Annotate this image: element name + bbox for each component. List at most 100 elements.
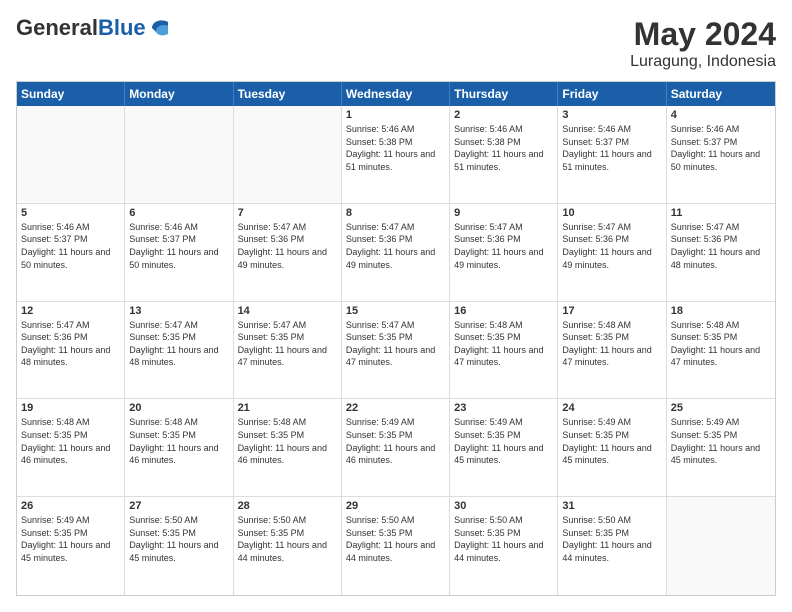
cell-info: Sunrise: 5:47 AM Sunset: 5:35 PM Dayligh…: [129, 319, 228, 369]
day-header-friday: Friday: [558, 82, 666, 106]
cell-info: Sunrise: 5:48 AM Sunset: 5:35 PM Dayligh…: [129, 416, 228, 466]
cell-info: Sunrise: 5:47 AM Sunset: 5:36 PM Dayligh…: [454, 221, 553, 271]
day-header-thursday: Thursday: [450, 82, 558, 106]
cell-date: 6: [129, 207, 228, 219]
cell-date: 8: [346, 207, 445, 219]
calendar-cell: 2 Sunrise: 5:46 AM Sunset: 5:38 PM Daylig…: [450, 106, 558, 203]
day-header-wednesday: Wednesday: [342, 82, 450, 106]
cell-date: 17: [562, 305, 661, 317]
cell-info: Sunrise: 5:48 AM Sunset: 5:35 PM Dayligh…: [21, 416, 120, 466]
calendar-cell: 1Sunrise: 5:46 AM Sunset: 5:38 PM Daylig…: [342, 106, 450, 203]
cell-date: 25: [671, 402, 771, 414]
calendar-cell: 22 Sunrise: 5:49 AM Sunset: 5:35 PM Dayli…: [342, 399, 450, 496]
day-header-saturday: Saturday: [667, 82, 775, 106]
calendar-row-5: 26Sunrise: 5:49 AM Sunset: 5:35 PM Dayli…: [17, 497, 775, 595]
cell-info: Sunrise: 5:50 AM Sunset: 5:35 PM Dayligh…: [454, 514, 553, 564]
cell-info: Sunrise: 5:49 AM Sunset: 5:35 PM Dayligh…: [346, 416, 445, 466]
cell-date: 27: [129, 500, 228, 512]
cell-date: 13: [129, 305, 228, 317]
calendar-cell: 17 Sunrise: 5:48 AM Sunset: 5:35 PM Dayli…: [558, 302, 666, 399]
calendar-cell: 5 Sunrise: 5:46 AM Sunset: 5:37 PM Daylig…: [17, 204, 125, 301]
cell-date: 29: [346, 500, 445, 512]
cell-date: 18: [671, 305, 771, 317]
calendar-cell: 7 Sunrise: 5:47 AM Sunset: 5:36 PM Daylig…: [234, 204, 342, 301]
day-header-monday: Monday: [125, 82, 233, 106]
cell-info: Sunrise: 5:47 AM Sunset: 5:36 PM Dayligh…: [21, 319, 120, 369]
cell-date: 3: [562, 109, 661, 121]
cell-info: Sunrise: 5:47 AM Sunset: 5:36 PM Dayligh…: [238, 221, 337, 271]
calendar-cell: [667, 497, 775, 595]
calendar-cell: 23Sunrise: 5:49 AM Sunset: 5:35 PM Dayli…: [450, 399, 558, 496]
cell-info: Sunrise: 5:47 AM Sunset: 5:36 PM Dayligh…: [346, 221, 445, 271]
calendar-cell: 30 Sunrise: 5:50 AM Sunset: 5:35 PM Dayli…: [450, 497, 558, 595]
cell-info: Sunrise: 5:49 AM Sunset: 5:35 PM Dayligh…: [21, 514, 120, 564]
calendar-cell: 14 Sunrise: 5:47 AM Sunset: 5:35 PM Dayli…: [234, 302, 342, 399]
cell-info: Sunrise: 5:47 AM Sunset: 5:35 PM Dayligh…: [238, 319, 337, 369]
cell-date: 22: [346, 402, 445, 414]
calendar-cell: 19 Sunrise: 5:48 AM Sunset: 5:35 PM Dayli…: [17, 399, 125, 496]
cell-date: 5: [21, 207, 120, 219]
month-year: May 2024: [630, 16, 776, 53]
cell-info: Sunrise: 5:48 AM Sunset: 5:35 PM Dayligh…: [238, 416, 337, 466]
calendar-cell: [125, 106, 233, 203]
cell-info: Sunrise: 5:47 AM Sunset: 5:36 PM Dayligh…: [562, 221, 661, 271]
cell-info: Sunrise: 5:46 AM Sunset: 5:37 PM Dayligh…: [671, 123, 771, 173]
cell-info: Sunrise: 5:49 AM Sunset: 5:35 PM Dayligh…: [562, 416, 661, 466]
calendar-header: SundayMondayTuesdayWednesdayThursdayFrid…: [17, 82, 775, 106]
cell-info: Sunrise: 5:50 AM Sunset: 5:35 PM Dayligh…: [238, 514, 337, 564]
calendar-cell: 16Sunrise: 5:48 AM Sunset: 5:35 PM Dayli…: [450, 302, 558, 399]
cell-date: 19: [21, 402, 120, 414]
calendar-cell: 11Sunrise: 5:47 AM Sunset: 5:36 PM Dayli…: [667, 204, 775, 301]
cell-info: Sunrise: 5:48 AM Sunset: 5:35 PM Dayligh…: [671, 319, 771, 369]
calendar-row-1: 1 Sunrise: 5:46 AM Sunset: 5:38 PM Daylig…: [17, 106, 775, 204]
calendar-cell: 27Sunrise: 5:50 AM Sunset: 5:35 PM Dayli…: [125, 497, 233, 595]
cell-info: Sunrise: 5:46 AM Sunset: 5:37 PM Dayligh…: [129, 221, 228, 271]
calendar-cell: 24Sunrise: 5:49 AM Sunset: 5:35 PM Dayli…: [558, 399, 666, 496]
logo-general: GeneralBlue: [16, 16, 146, 40]
cell-info: Sunrise: 5:47 AM Sunset: 5:35 PM Dayligh…: [346, 319, 445, 369]
cell-date: 1: [346, 109, 445, 121]
calendar-cell: [234, 106, 342, 203]
cell-date: 9: [454, 207, 553, 219]
cell-date: 31: [562, 500, 661, 512]
calendar-cell: 25 Sunrise: 5:49 AM Sunset: 5:35 PM Dayli…: [667, 399, 775, 496]
cell-info: Sunrise: 5:46 AM Sunset: 5:37 PM Dayligh…: [21, 221, 120, 271]
cell-date: 28: [238, 500, 337, 512]
cell-info: Sunrise: 5:49 AM Sunset: 5:35 PM Dayligh…: [454, 416, 553, 466]
calendar-cell: 18 Sunrise: 5:48 AM Sunset: 5:35 PM Dayli…: [667, 302, 775, 399]
calendar-cell: 31Sunrise: 5:50 AM Sunset: 5:35 PM Dayli…: [558, 497, 666, 595]
cell-info: Sunrise: 5:50 AM Sunset: 5:35 PM Dayligh…: [346, 514, 445, 564]
location: Luragung, Indonesia: [630, 53, 776, 71]
cell-info: Sunrise: 5:46 AM Sunset: 5:38 PM Dayligh…: [454, 123, 553, 173]
calendar-cell: 10 Sunrise: 5:47 AM Sunset: 5:36 PM Dayli…: [558, 204, 666, 301]
cell-date: 14: [238, 305, 337, 317]
calendar-row-2: 5 Sunrise: 5:46 AM Sunset: 5:37 PM Daylig…: [17, 204, 775, 302]
calendar-body: 1 Sunrise: 5:46 AM Sunset: 5:38 PM Daylig…: [17, 106, 775, 595]
calendar: SundayMondayTuesdayWednesdayThursdayFrid…: [16, 81, 776, 596]
cell-date: 15: [346, 305, 445, 317]
cell-info: Sunrise: 5:49 AM Sunset: 5:35 PM Dayligh…: [671, 416, 771, 466]
calendar-cell: 3Sunrise: 5:46 AM Sunset: 5:37 PM Daylig…: [558, 106, 666, 203]
day-header-tuesday: Tuesday: [234, 82, 342, 106]
calendar-cell: 12 Sunrise: 5:47 AM Sunset: 5:36 PM Dayli…: [17, 302, 125, 399]
cell-date: 7: [238, 207, 337, 219]
cell-date: 10: [562, 207, 661, 219]
calendar-cell: 28 Sunrise: 5:50 AM Sunset: 5:35 PM Dayli…: [234, 497, 342, 595]
cell-date: 2: [454, 109, 553, 121]
page: GeneralBlue May 2024 Luragung, Indonesia…: [0, 0, 792, 612]
cell-info: Sunrise: 5:48 AM Sunset: 5:35 PM Dayligh…: [454, 319, 553, 369]
calendar-cell: 26Sunrise: 5:49 AM Sunset: 5:35 PM Dayli…: [17, 497, 125, 595]
cell-date: 12: [21, 305, 120, 317]
logo-icon: [148, 16, 172, 40]
cell-info: Sunrise: 5:48 AM Sunset: 5:35 PM Dayligh…: [562, 319, 661, 369]
cell-date: 21: [238, 402, 337, 414]
cell-date: 30: [454, 500, 553, 512]
calendar-cell: 13 Sunrise: 5:47 AM Sunset: 5:35 PM Dayli…: [125, 302, 233, 399]
calendar-row-4: 19 Sunrise: 5:48 AM Sunset: 5:35 PM Dayli…: [17, 399, 775, 497]
calendar-cell: 9 Sunrise: 5:47 AM Sunset: 5:36 PM Daylig…: [450, 204, 558, 301]
calendar-cell: 4Sunrise: 5:46 AM Sunset: 5:37 PM Daylig…: [667, 106, 775, 203]
cell-info: Sunrise: 5:47 AM Sunset: 5:36 PM Dayligh…: [671, 221, 771, 271]
day-header-sunday: Sunday: [17, 82, 125, 106]
calendar-cell: 20 Sunrise: 5:48 AM Sunset: 5:35 PM Dayli…: [125, 399, 233, 496]
cell-date: 20: [129, 402, 228, 414]
